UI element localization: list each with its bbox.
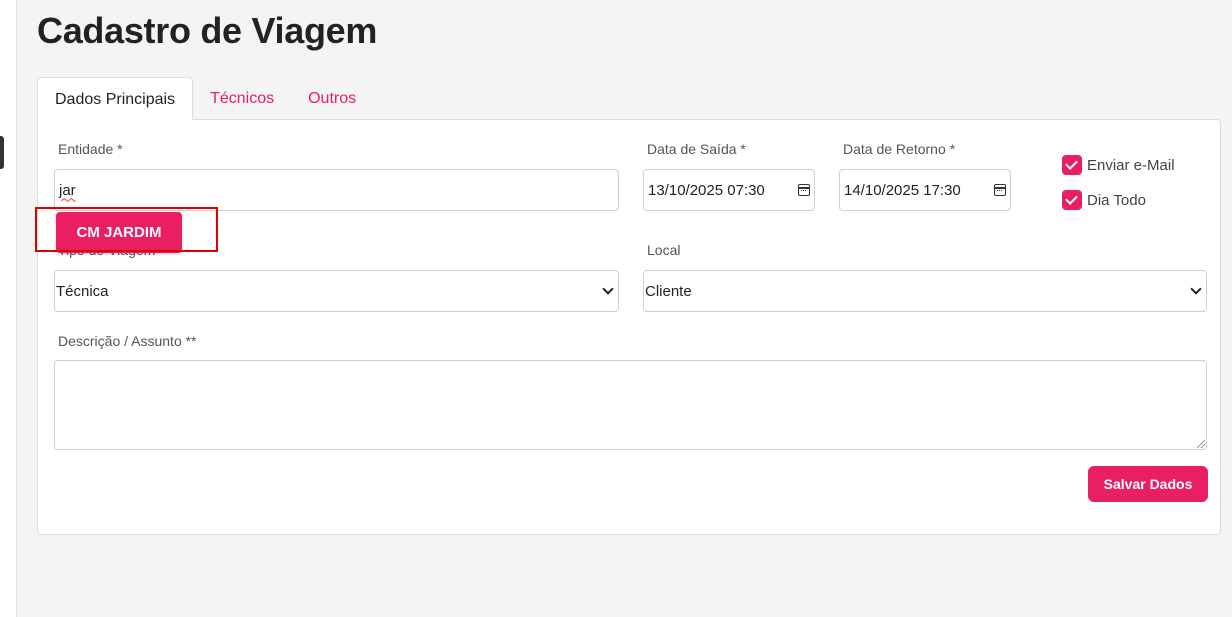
data-saida-input[interactable]: 13/10/2025 07:30: [643, 169, 815, 211]
tab-dados-principais[interactable]: Dados Principais: [37, 77, 194, 120]
data-saida-label: Data de Saída *: [647, 141, 746, 157]
tab-tecnicos[interactable]: Técnicos: [193, 77, 291, 120]
save-button[interactable]: Salvar Dados: [1088, 466, 1208, 502]
entidade-value: jar: [59, 181, 76, 199]
enviar-email-checkbox[interactable]: [1062, 155, 1082, 175]
dia-todo-label: Dia Todo: [1087, 191, 1146, 209]
local-select[interactable]: Cliente: [643, 270, 1207, 312]
chevron-down-icon: [602, 283, 614, 295]
descricao-label: Descrição / Assunto **: [58, 333, 197, 349]
left-sidebar-rail: [0, 0, 17, 617]
data-retorno-input[interactable]: 14/10/2025 17:30: [839, 169, 1011, 211]
entidade-label: Entidade *: [58, 141, 123, 157]
calendar-icon[interactable]: [798, 184, 810, 196]
local-label: Local: [647, 242, 681, 258]
sidebar-toggle-handle[interactable]: [0, 136, 4, 169]
enviar-email-label: Enviar e-Mail: [1087, 156, 1175, 174]
tab-bar: Dados Principais Técnicos Outros: [37, 77, 373, 120]
data-retorno-value: 14/10/2025 17:30: [844, 181, 961, 199]
tab-outros[interactable]: Outros: [291, 77, 373, 120]
chevron-down-icon: [1190, 283, 1202, 295]
dia-todo-checkbox[interactable]: [1062, 190, 1082, 210]
local-value: Cliente: [645, 282, 692, 300]
enviar-email-option[interactable]: Enviar e-Mail: [1062, 155, 1175, 175]
data-retorno-label: Data de Retorno *: [843, 141, 956, 157]
tipo-viagem-value: Técnica: [56, 282, 109, 300]
tipo-viagem-select[interactable]: Técnica: [54, 270, 619, 312]
calendar-icon[interactable]: [994, 184, 1006, 196]
form-panel: Entidade * jar Data de Saída * 13/10/202…: [35, 119, 1221, 535]
dia-todo-option[interactable]: Dia Todo: [1062, 190, 1146, 210]
resize-grip-icon[interactable]: [1197, 440, 1205, 448]
entidade-input[interactable]: jar: [54, 169, 619, 211]
descricao-textarea[interactable]: [54, 360, 1207, 450]
data-saida-value: 13/10/2025 07:30: [648, 181, 765, 199]
page-title: Cadastro de Viagem: [37, 10, 378, 51]
main-content: Cadastro de Viagem Dados Principais Técn…: [17, 0, 1232, 617]
autocomplete-suggestion[interactable]: CM JARDIM: [56, 212, 182, 253]
